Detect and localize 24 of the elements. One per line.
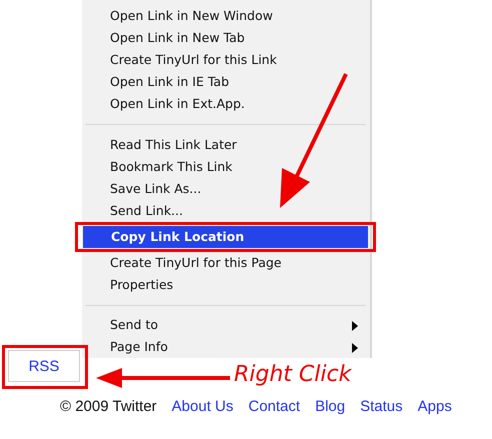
menu-item[interactable]: Create TinyUrl for this Page bbox=[82, 252, 286, 274]
menu-item[interactable]: Open Link in Ext.App. bbox=[82, 93, 249, 115]
footer-link[interactable]: Status bbox=[360, 398, 403, 415]
menu-item[interactable]: Properties bbox=[82, 274, 178, 296]
footer-link[interactable]: Apps bbox=[418, 398, 452, 415]
copyright-text: © 2009 Twitter bbox=[60, 398, 157, 415]
menu-item[interactable]: Copy Link Location bbox=[83, 226, 368, 248]
callout-text: Right Click bbox=[234, 362, 352, 387]
menu-item[interactable]: Send to bbox=[82, 314, 370, 336]
menu-item[interactable]: Open Link in IE Tab bbox=[82, 71, 234, 93]
menu-item[interactable]: Open Link in New Tab bbox=[82, 27, 249, 49]
footer-link[interactable]: About Us bbox=[172, 398, 234, 415]
submenu-arrow-icon bbox=[352, 343, 358, 353]
menu-item[interactable]: Save Link As... bbox=[82, 178, 206, 200]
rss-button[interactable]: RSS bbox=[8, 350, 80, 382]
menu-item[interactable]: Read This Link Later bbox=[82, 134, 241, 156]
menu-item[interactable]: Send Link... bbox=[82, 200, 187, 222]
menu-item[interactable]: Open Link in New Window bbox=[82, 5, 277, 27]
submenu-arrow-icon bbox=[352, 321, 358, 331]
menu-item[interactable]: Bookmark This Link bbox=[82, 156, 236, 178]
menu-item[interactable]: Page Info bbox=[82, 336, 370, 358]
footer-link[interactable]: Contact bbox=[248, 398, 300, 415]
footer-link[interactable]: Blog bbox=[315, 398, 346, 415]
menu-item[interactable]: Create TinyUrl for this Link bbox=[82, 49, 281, 71]
